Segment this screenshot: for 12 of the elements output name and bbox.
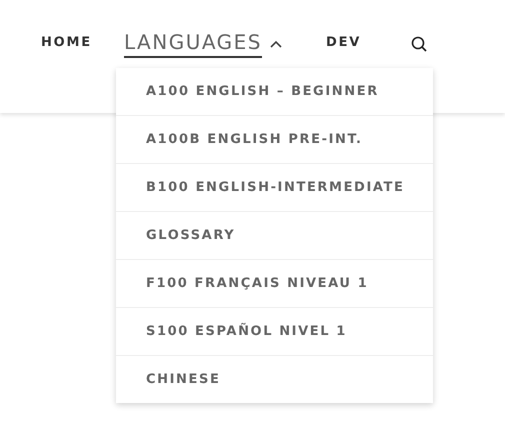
- menu-item[interactable]: A100 ENGLISH – BEGINNER: [116, 68, 433, 115]
- nav-link[interactable]: DEV: [326, 34, 362, 54]
- menu-item[interactable]: F100 FRANÇAIS NIVEAU 1: [116, 259, 433, 307]
- search-icon[interactable]: [411, 36, 428, 52]
- menu-item[interactable]: CHINESE: [116, 355, 433, 403]
- menu-item[interactable]: S100 ESPAÑOL NIVEL 1: [116, 307, 433, 355]
- menu-item[interactable]: B100 ENGLISH-INTERMEDIATE: [116, 163, 433, 211]
- nav-link[interactable]: LANGUAGES: [124, 30, 262, 58]
- menu-item[interactable]: A100B ENGLISH PRE-INT.: [116, 115, 433, 163]
- menu-item[interactable]: GLOSSARY: [116, 211, 433, 259]
- caret-icon[interactable]: [270, 40, 282, 48]
- nav-link[interactable]: HOME: [41, 34, 92, 54]
